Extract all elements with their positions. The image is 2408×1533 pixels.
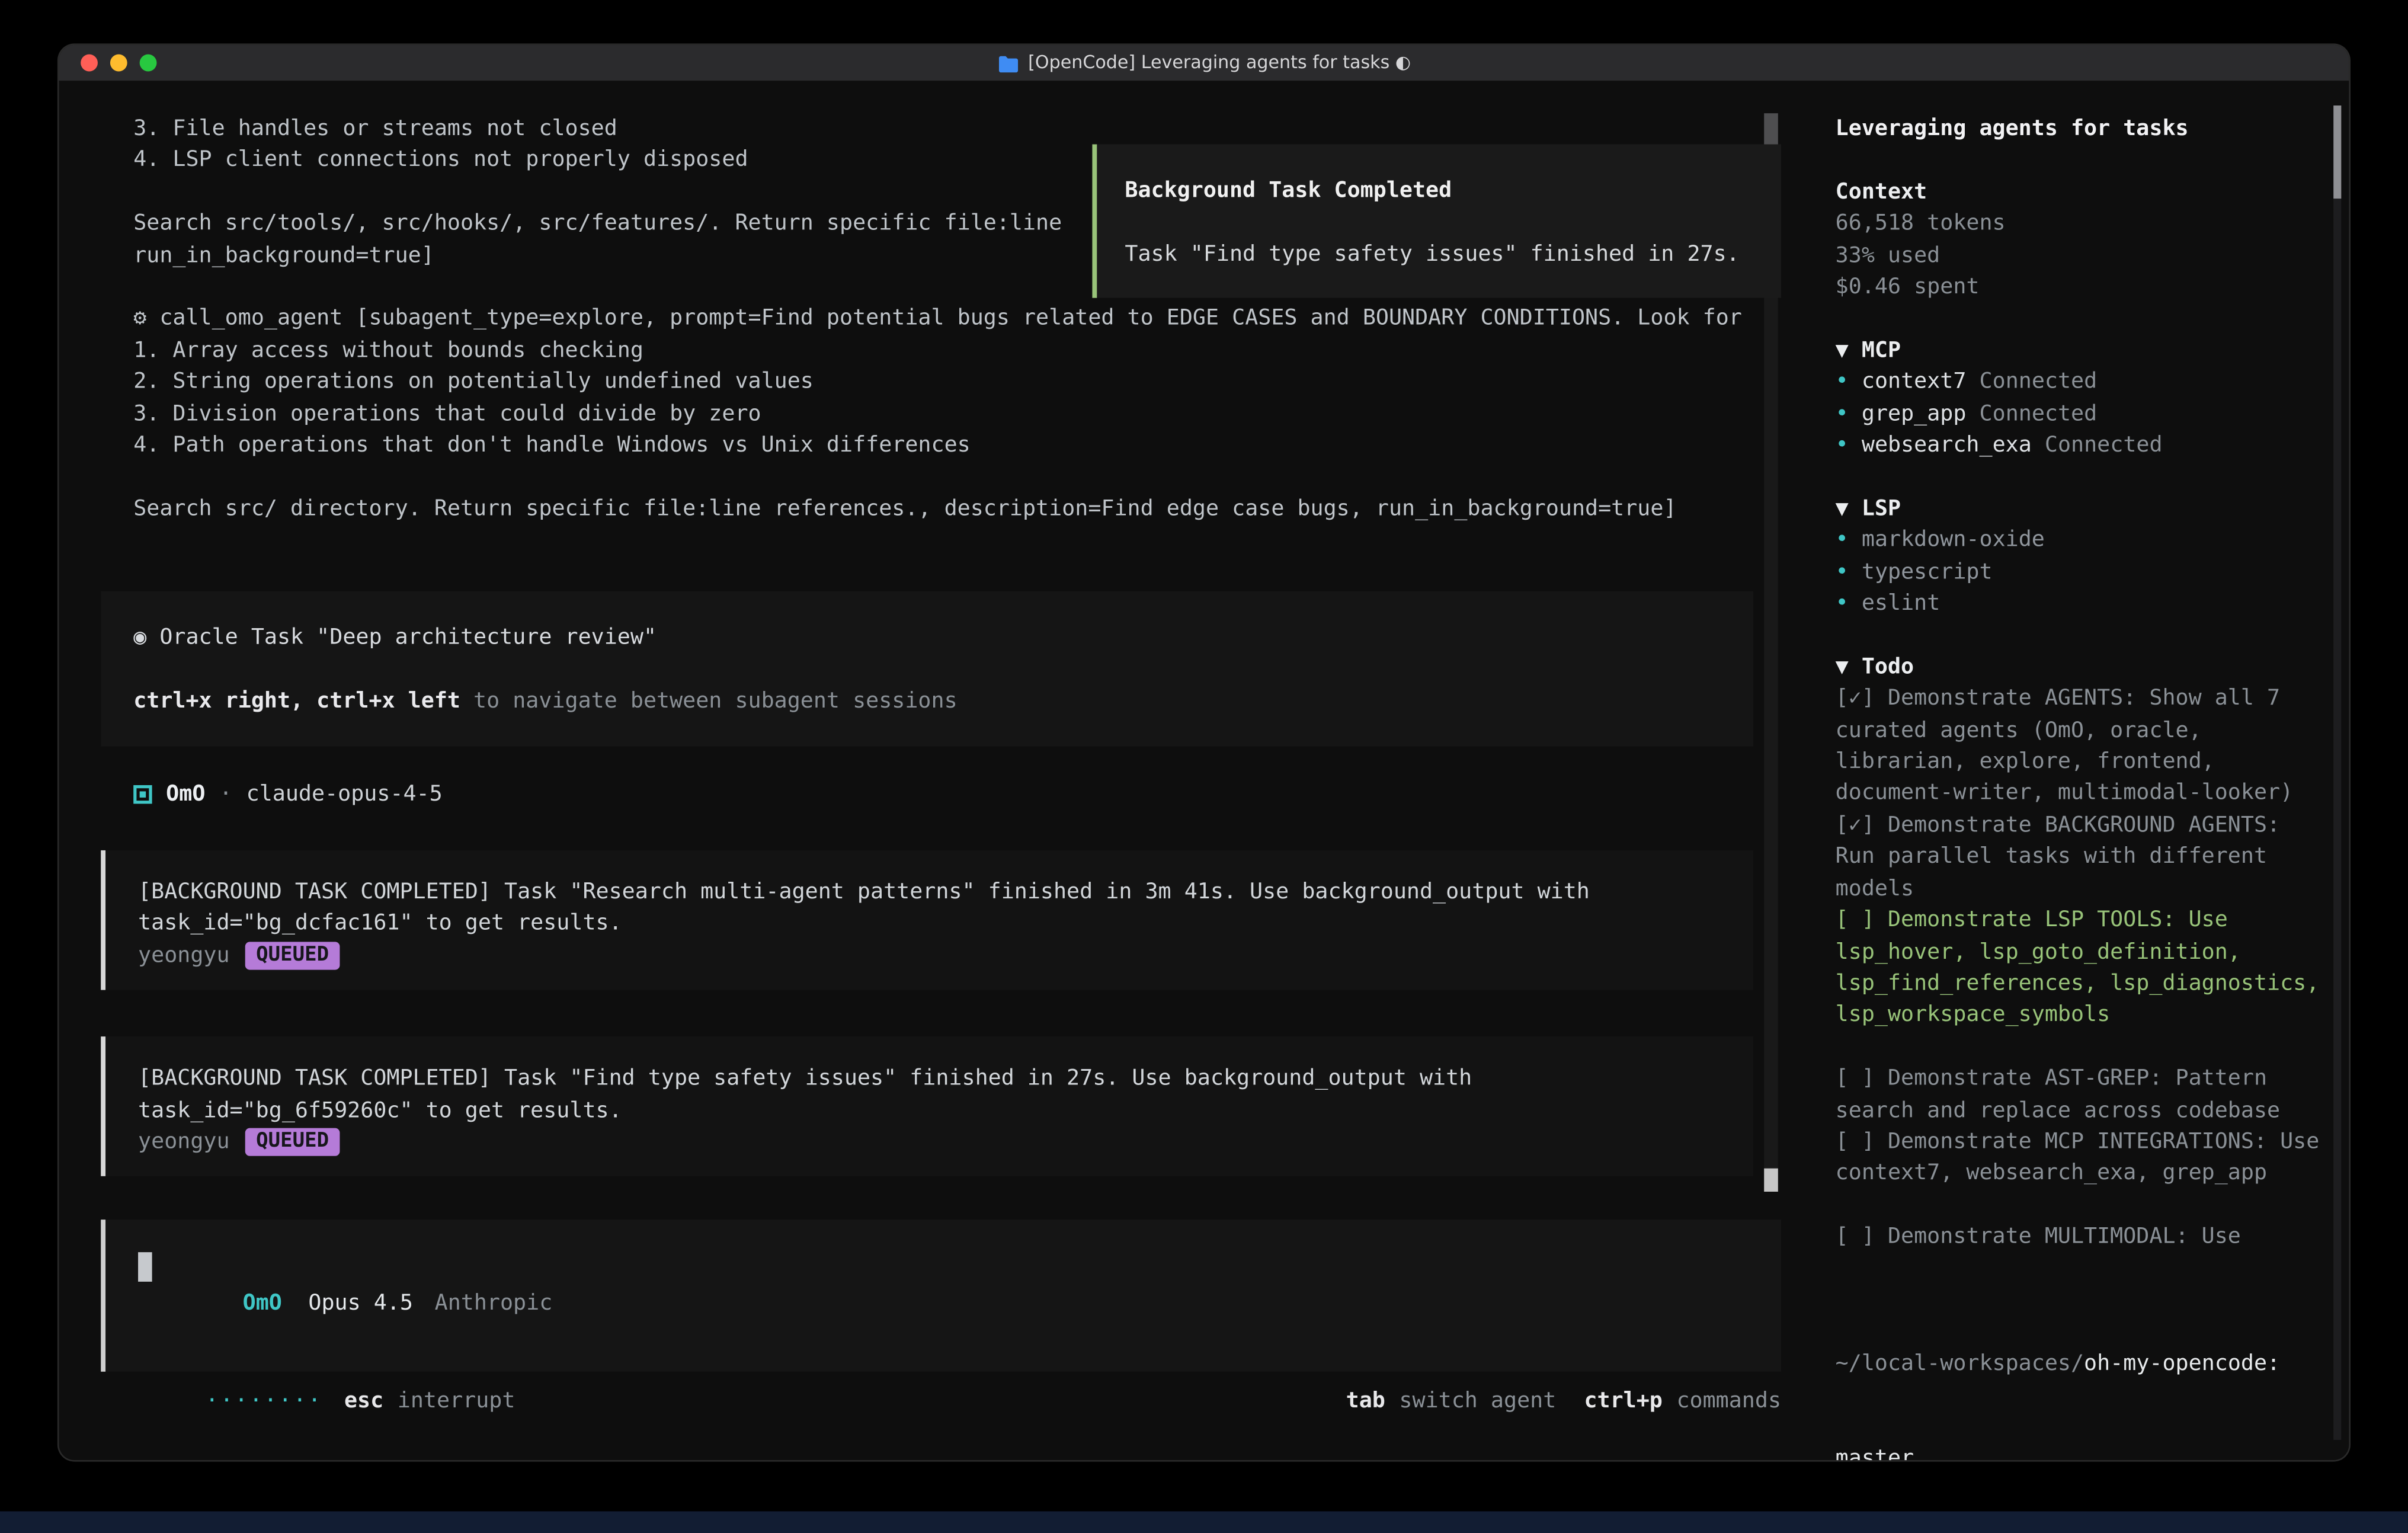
prompt-input[interactable]: OmO Opus 4.5 Anthropic <box>101 1220 1781 1372</box>
status-bar: ········ esc interrupt tab switch agent ctrl… <box>101 1385 1781 1418</box>
bullet-icon: • <box>1836 591 1849 616</box>
author-label: yeongyu <box>138 1126 230 1158</box>
agent-name: OmO <box>166 779 205 810</box>
workspace-path-line: ~/local-workspaces/oh-my-opencode: <box>1836 1348 2326 1380</box>
bullet-icon: • <box>1836 433 1849 458</box>
main-scrollbar-segment <box>1764 113 1778 148</box>
lsp-server-item: • markdown-oxide <box>1836 525 2326 556</box>
todo-item: [✓] Demonstrate AGENTS: Show all 7 curat… <box>1836 683 2326 810</box>
todo-item: [✓] Demonstrate BACKGROUND AGENTS: Run p… <box>1836 810 2326 905</box>
lsp-heading[interactable]: ▼ LSP <box>1836 493 2326 524</box>
task-message: [BACKGROUND TASK COMPLETED] Task "Resear… <box>101 850 1753 990</box>
todo-item: [ ] Demonstrate AST-GREP: Pattern search… <box>1836 1063 2326 1126</box>
zoom-button[interactable] <box>140 55 157 72</box>
bullet-icon: • <box>1836 370 1849 395</box>
lsp-server-item: • eslint <box>1836 588 2326 620</box>
terminal-line <box>133 461 1781 492</box>
folder-icon <box>997 53 1019 72</box>
input-model-label: Opus 4.5 <box>308 1291 413 1316</box>
desktop-wallpaper-strip <box>0 1511 2408 1533</box>
terminal-line: 3. File handles or streams not closed <box>133 113 1781 145</box>
sidebar-scrollbar-thumb[interactable] <box>2333 105 2341 199</box>
terminal-line: Search src/ directory. Return specific f… <box>133 493 1781 524</box>
bullet-icon: • <box>1836 528 1849 553</box>
terminal-line: 1. Array access without bounds checking <box>133 335 1781 366</box>
bullet-icon: • <box>1836 401 1849 426</box>
oracle-task-title: ◉ Oracle Task "Deep architecture review" <box>133 622 1753 654</box>
task-message: [BACKGROUND TASK COMPLETED] Task "Find t… <box>101 1037 1753 1177</box>
message-list: [BACKGROUND TASK COMPLETED] Task "Resear… <box>101 850 1753 1224</box>
context-stat: $0.46 spent <box>1836 271 2326 303</box>
subagent-nav-hint: ctrl+x right, ctrl+x left to navigate be… <box>133 686 1753 717</box>
opencode-terminal-window: [OpenCode] Leveraging agents for tasks ◐… <box>59 45 2349 1460</box>
context-stat: 66,518 tokens <box>1836 208 2326 239</box>
session-sidebar: Leveraging agents for tasks Context 66,5… <box>1836 113 2326 1460</box>
todo-heading[interactable]: ▼ Todo <box>1836 651 2326 683</box>
todo-section: ▼ Todo [✓] Demonstrate AGENTS: Show all … <box>1836 651 2326 1253</box>
esc-key-hint: esc <box>344 1389 383 1414</box>
task-message-body: [BACKGROUND TASK COMPLETED] Task "Resear… <box>138 876 1719 940</box>
mcp-section: ▼ MCP • context7 Connected • grep_app Co… <box>1836 335 2326 462</box>
traffic-lights <box>59 55 157 72</box>
mcp-server-item: • grep_app Connected <box>1836 398 2326 430</box>
input-agent-label: OmO <box>243 1291 282 1316</box>
hint-text: to navigate between subagent sessions <box>460 689 958 713</box>
session-title: Leveraging agents for tasks <box>1836 113 2326 145</box>
minimize-button[interactable] <box>110 55 127 72</box>
todo-item: [ ] Demonstrate MCP INTEGRATIONS: Use co… <box>1836 1126 2326 1190</box>
spinner-dots-icon: ········ <box>206 1389 323 1414</box>
tab-key-action: switch agent <box>1399 1389 1556 1414</box>
context-stat: 33% used <box>1836 240 2326 271</box>
terminal-line: 2. String operations on potentially unde… <box>133 366 1781 398</box>
context-heading: Context <box>1836 177 2326 208</box>
input-provider-label: Anthropic <box>435 1291 553 1316</box>
window-title-group: [OpenCode] Leveraging agents for tasks ◐ <box>59 45 2349 81</box>
ctrlp-key-hint: ctrl+p <box>1584 1389 1662 1414</box>
task-message-meta: yeongyu QUEUED <box>138 1126 1718 1158</box>
status-badge: QUEUED <box>245 1128 340 1156</box>
oracle-task-panel: ◉ Oracle Task "Deep architecture review"… <box>101 591 1753 747</box>
background-task-toast: Background Task Completed Task "Find typ… <box>1092 145 1781 298</box>
input-model-info: OmO Opus 4.5 Anthropic <box>138 1256 552 1351</box>
ctrlp-key-action: commands <box>1676 1389 1781 1414</box>
terminal-line: 4. Path operations that don't handle Win… <box>133 430 1781 461</box>
mcp-server-item: • websearch_exa Connected <box>1836 430 2326 461</box>
git-branch: master <box>1836 1443 2326 1460</box>
window-titlebar[interactable]: [OpenCode] Leveraging agents for tasks ◐ <box>59 45 2349 81</box>
mcp-heading[interactable]: ▼ MCP <box>1836 335 2326 366</box>
main-scrollbar-thumb[interactable] <box>1764 1169 1778 1192</box>
context-section: Context 66,518 tokens 33% used $0.46 spe… <box>1836 177 2326 303</box>
todo-item: [ ] Demonstrate LSP TOOLS: Use lsp_hover… <box>1836 905 2326 1032</box>
status-left: ········ esc interrupt <box>101 1355 515 1449</box>
workspace-path: ~/local-workspaces/oh-my-opencode: maste… <box>1836 1285 2326 1460</box>
status-badge: QUEUED <box>245 942 340 969</box>
tab-key-hint: tab <box>1346 1389 1385 1414</box>
author-label: yeongyu <box>138 940 230 971</box>
desktop: [OpenCode] Leveraging agents for tasks ◐… <box>0 0 2408 1533</box>
terminal-line: ⚙ call_omo_agent [subagent_type=explore,… <box>133 303 1781 335</box>
bullet-icon: • <box>1836 559 1849 584</box>
toast-title: Background Task Completed <box>1125 175 1781 207</box>
task-message-body: [BACKGROUND TASK COMPLETED] Task "Find t… <box>138 1063 1719 1126</box>
terminal-line: 3. Division operations that could divide… <box>133 398 1781 430</box>
sidebar-scrollbar-track <box>2333 105 2341 1440</box>
toast-body: Task "Find type safety issues" finished … <box>1125 239 1781 270</box>
window-title: [OpenCode] Leveraging agents for tasks ◐ <box>1028 47 1411 78</box>
mcp-server-item: • context7 Connected <box>1836 367 2326 398</box>
hint-keys: ctrl+x right, ctrl+x left <box>133 689 460 713</box>
agent-square-icon <box>133 785 152 804</box>
lsp-server-item: • typescript <box>1836 556 2326 588</box>
esc-key-action: interrupt <box>398 1389 515 1414</box>
close-button[interactable] <box>81 55 98 72</box>
agent-model: claude-opus-4-5 <box>246 779 443 810</box>
status-right: tab switch agent ctrl+p commands <box>1213 1355 1781 1449</box>
separator-dot: · <box>219 779 232 810</box>
agent-header: OmO · claude-opus-4-5 <box>133 777 443 812</box>
task-message-meta: yeongyu QUEUED <box>138 940 1718 971</box>
todo-item: [ ] Demonstrate MULTIMODAL: Use <box>1836 1221 2326 1253</box>
lsp-section: ▼ LSP • markdown-oxide • typescript • es… <box>1836 493 2326 620</box>
